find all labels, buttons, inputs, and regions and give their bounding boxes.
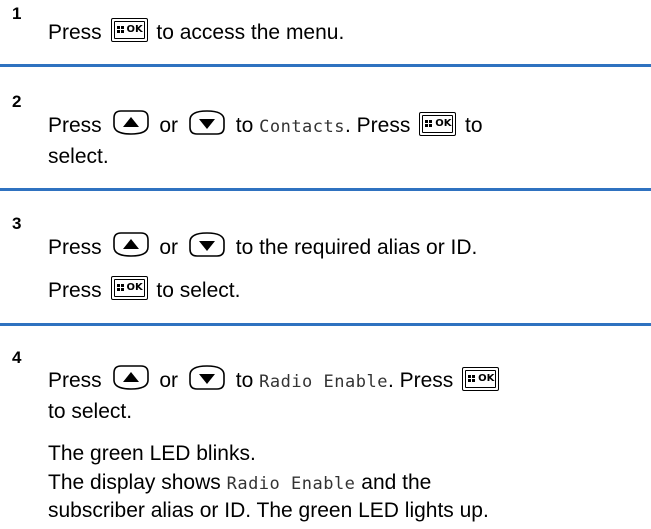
step-text: or	[159, 369, 179, 393]
menu-target: Radio Enable	[259, 372, 388, 393]
step-number: 2	[12, 92, 22, 111]
step-text: or	[159, 114, 179, 138]
step-text: to access the menu.	[156, 21, 345, 44]
menu-ok-key-icon: OK	[419, 111, 457, 136]
step-text: Press	[48, 369, 102, 393]
step-text: to the required alias or ID.	[235, 236, 478, 260]
step-text: to	[235, 369, 254, 393]
menu-ok-key-icon: OK	[462, 366, 500, 391]
step-text: . Press	[387, 369, 454, 393]
step-line: subscriber alias or ID. The green LED li…	[48, 499, 489, 522]
up-arrow-key-icon	[112, 365, 149, 390]
step-number: 1	[12, 4, 22, 23]
step-line: The green LED blinks.	[48, 442, 256, 465]
step-text: Press	[48, 114, 102, 138]
step-text: or	[159, 236, 179, 260]
down-arrow-key-icon	[189, 110, 225, 135]
divider	[0, 64, 651, 67]
up-arrow-key-icon	[112, 110, 149, 135]
step-text: Press	[48, 236, 102, 260]
step-line: Press or to Radio Enable. Press OK	[48, 365, 502, 395]
menu-ok-key-icon: OK	[110, 18, 148, 43]
step-text: Press	[48, 279, 102, 302]
step-text: and the	[361, 471, 432, 494]
step-line: to select.	[48, 400, 133, 423]
step-line: select.	[48, 145, 109, 168]
step-number: 3	[12, 214, 22, 233]
step-line: The display shows Radio Enable and the	[48, 470, 431, 497]
step-text: . Press	[345, 114, 411, 138]
menu-target: Contacts	[259, 117, 345, 138]
step-line: Press or to the required alias or ID.	[48, 232, 478, 262]
divider	[0, 323, 651, 326]
step-line: Press OK to access the menu.	[48, 18, 345, 46]
down-arrow-key-icon	[189, 365, 225, 390]
up-arrow-key-icon	[112, 232, 149, 257]
menu-target: Radio Enable	[226, 474, 356, 494]
step-text: to select.	[156, 279, 241, 302]
step-text: to	[235, 114, 254, 138]
down-arrow-key-icon	[189, 232, 225, 257]
step-number: 4	[12, 348, 22, 367]
step-line: Press OK to select.	[48, 276, 241, 304]
step-text: Press	[48, 21, 102, 44]
step-text: to	[465, 114, 483, 138]
step-line: Press or to Contacts. Press OK to	[48, 110, 483, 140]
step-text: The display shows	[48, 471, 221, 494]
divider	[0, 188, 651, 191]
menu-ok-key-icon: OK	[110, 276, 148, 301]
